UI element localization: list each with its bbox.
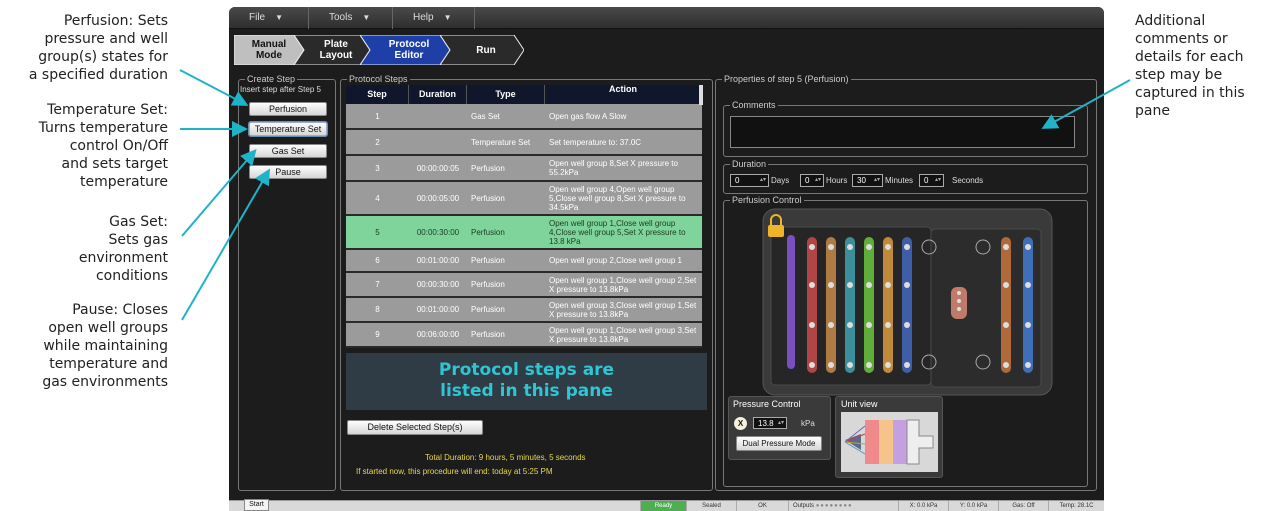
table-row[interactable]: 7 00:00:30:00 Perfusion Open well group … xyxy=(346,273,702,298)
plate-diagram[interactable] xyxy=(761,207,1054,397)
total-duration-text: Total Duration: 9 hours, 5 minutes, 5 se… xyxy=(425,453,586,462)
gas-set-button[interactable]: Gas Set xyxy=(249,144,327,158)
protocol-steps-callout: Protocol steps are listed in this pane xyxy=(346,353,707,410)
menu-help[interactable]: Help ▼ xyxy=(393,7,475,29)
days-label: Days xyxy=(771,176,790,185)
annotation-comments: Additional comments or details for each … xyxy=(1135,13,1245,119)
table-scrollbar[interactable] xyxy=(699,85,703,105)
table-row[interactable]: 6 00:01:00:00 Perfusion Open well group … xyxy=(346,250,702,273)
status-outputs: Outputs ●●●●●●●● xyxy=(788,501,898,511)
minutes-stepper[interactable]: 30 ▴▾ xyxy=(852,174,883,187)
create-step-panel: Create Step xyxy=(238,73,336,491)
minutes-label: Minutes xyxy=(885,176,914,185)
table-row[interactable]: 4 00:00:05:00 Perfusion Open well group … xyxy=(346,182,702,216)
unit-view-label: Unit view xyxy=(841,399,878,409)
menu-bar: File ▼ Tools ▼ Help ▼ xyxy=(229,7,1104,29)
end-time-text: If started now, this procedure will end:… xyxy=(356,467,553,476)
status-sealed: Sealed xyxy=(686,501,736,511)
table-row[interactable]: 2 Temperature Set Set temperature to: 37… xyxy=(346,130,702,156)
protocol-steps-table: Step Duration Type Action 1 Gas Set Open… xyxy=(346,85,702,348)
spinner-icon: ▴▾ xyxy=(873,177,880,183)
pressure-control-label: Pressure Control xyxy=(733,399,801,409)
wizard-step-plate-layout[interactable]: Plate Layout xyxy=(294,35,370,65)
status-x-pressure: X: 0.0 kPa xyxy=(898,501,948,511)
pressure-channel-badge: X xyxy=(734,417,747,430)
wizard-step-protocol-editor[interactable]: Protocol Editor xyxy=(360,35,450,65)
table-row[interactable]: 1 Gas Set Open gas flow A Slow xyxy=(346,104,702,130)
annotation-perfusion: Perfusion: Sets pressure and well group(… xyxy=(28,13,168,83)
seconds-label: Seconds xyxy=(952,176,984,185)
insert-step-subtitle: Insert step after Step 5 xyxy=(240,85,321,94)
pressure-value-field[interactable]: 13.8 ▴▾ xyxy=(753,417,787,429)
dual-pressure-mode-button[interactable]: Dual Pressure Mode xyxy=(736,436,822,451)
temperature-set-button[interactable]: Temperature Set xyxy=(249,122,327,136)
start-button[interactable]: Start xyxy=(244,499,269,511)
annotation-temperature-set: Temperature Set: Turns temperature contr… xyxy=(38,102,168,190)
status-gas: Gas: Off xyxy=(998,501,1048,511)
hours-stepper[interactable]: 0 ▴▾ xyxy=(800,174,824,187)
days-stepper[interactable]: 0 ▴▾ xyxy=(730,174,769,187)
output-indicator-icons: ●●●●●●●● xyxy=(815,503,853,509)
seconds-stepper[interactable]: 0 ▴▾ xyxy=(919,174,944,187)
annotation-pause: Pause: Closes open well groups while mai… xyxy=(42,302,168,390)
annotation-gas-set: Gas Set: Sets gas environment conditions xyxy=(78,214,168,284)
status-ready: Ready xyxy=(640,501,686,511)
perfusion-button[interactable]: Perfusion xyxy=(249,102,327,116)
status-temp: Temp: 28.1C xyxy=(1048,501,1104,511)
hours-label: Hours xyxy=(826,176,848,185)
chevron-down-icon: ▼ xyxy=(275,13,284,22)
spinner-icon: ▴▾ xyxy=(814,177,821,183)
table-row[interactable]: 8 00:01:00:00 Perfusion Open well group … xyxy=(346,298,702,323)
status-bar: Ready Sealed OK Outputs ●●●●●●●● X: 0.0 … xyxy=(229,500,1104,511)
delete-selected-steps-button[interactable]: Delete Selected Step(s) xyxy=(347,420,483,435)
spinner-icon: ▴▾ xyxy=(777,420,784,426)
chevron-down-icon: ▼ xyxy=(443,13,452,22)
wizard-step-run[interactable]: Run xyxy=(440,35,524,65)
menu-tools[interactable]: Tools ▼ xyxy=(309,7,393,29)
table-row[interactable]: 9 00:06:00:00 Perfusion Open well group … xyxy=(346,323,702,348)
app-window: File ▼ Tools ▼ Help ▼ Manual Mode Plate Layou… xyxy=(229,7,1104,511)
status-y-pressure: Y: 0.0 kPa xyxy=(948,501,998,511)
table-row-selected[interactable]: 5 00:00:30:00 Perfusion Open well group … xyxy=(346,216,702,250)
menu-file[interactable]: File ▼ xyxy=(229,7,309,29)
chevron-down-icon: ▼ xyxy=(362,13,371,22)
comments-field[interactable] xyxy=(730,116,1075,148)
spinner-icon: ▴▾ xyxy=(934,177,941,183)
pressure-unit: kPa xyxy=(801,419,815,428)
table-row[interactable]: 3 00:00:00:05 Perfusion Open well group … xyxy=(346,156,702,182)
unit-view-diagram xyxy=(841,412,938,472)
table-header: Step Duration Type Action xyxy=(346,85,702,104)
status-ok: OK xyxy=(736,501,788,511)
pause-button[interactable]: Pause xyxy=(249,165,327,179)
spinner-icon: ▴▾ xyxy=(759,177,766,183)
